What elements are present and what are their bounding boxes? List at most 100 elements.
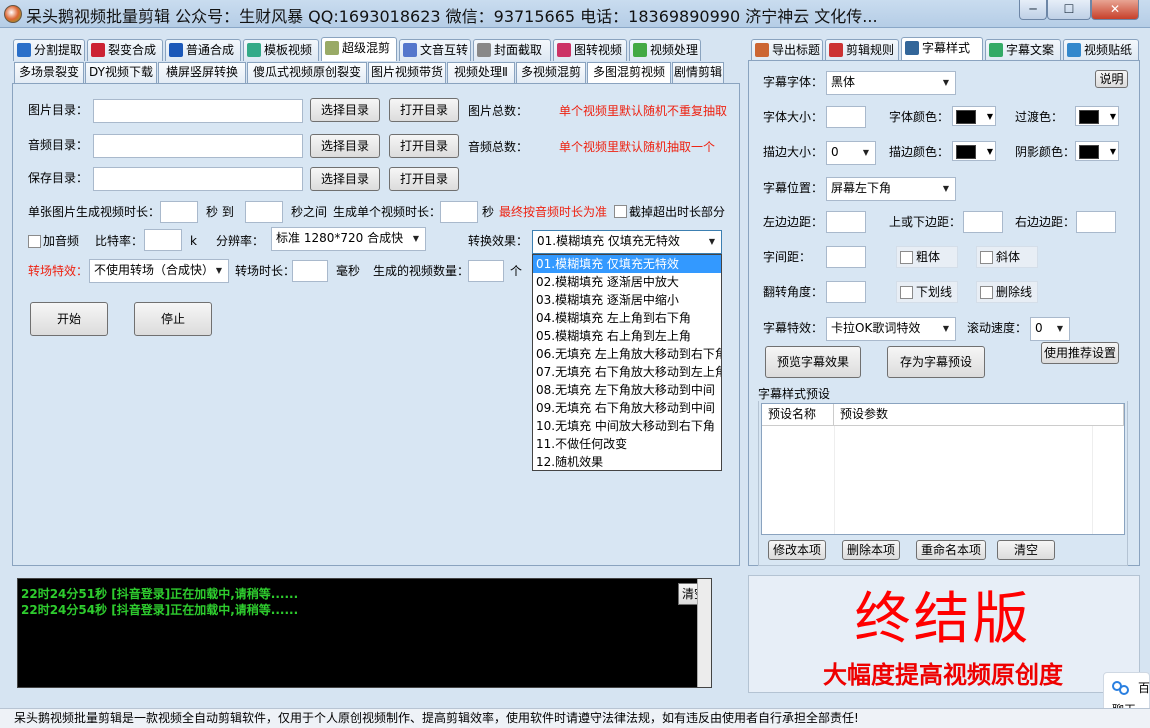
effect-option[interactable]: 04.模糊填充 左上角到右下角	[533, 309, 721, 327]
count-unit-label: 个	[510, 264, 523, 278]
right-tab-edit[interactable]: 字幕文案	[985, 39, 1061, 61]
shadow-color-picker[interactable]: ▼	[1075, 141, 1119, 161]
effect-option[interactable]: 11.不做任何改变	[533, 435, 721, 453]
subtab-8[interactable]: 剧情剪辑	[672, 62, 724, 83]
font-color-picker[interactable]: ▼	[952, 106, 996, 126]
tab-split[interactable]: 分割提取	[13, 39, 85, 61]
effect-option[interactable]: 05.模糊填充 右上角到左上角	[533, 327, 721, 345]
tab-image[interactable]: 封面截取	[473, 39, 551, 61]
effect-option[interactable]: 02.模糊填充 逐渐居中放大	[533, 273, 721, 291]
tab-film[interactable]: 图转视频	[553, 39, 627, 61]
save-choose-dir-button[interactable]: 选择目录	[310, 167, 380, 191]
stop-button[interactable]: 停止	[134, 302, 212, 336]
log-scrollbar[interactable]	[697, 579, 711, 687]
preset-params-header[interactable]: 预设参数	[834, 404, 1124, 426]
tb-margin-input[interactable]	[963, 211, 1003, 233]
modify-preset-button[interactable]: 修改本项	[768, 540, 826, 560]
max-seconds-input[interactable]	[245, 201, 283, 223]
effect-option[interactable]: 01.模糊填充 仅填充无特效	[533, 255, 721, 273]
effect-option[interactable]: 09.无填充 右下角放大移动到中间	[533, 399, 721, 417]
audio-dir-input[interactable]	[93, 134, 303, 158]
effect-option[interactable]: 03.模糊填充 逐渐居中缩小	[533, 291, 721, 309]
trim-checkbox[interactable]	[614, 205, 627, 218]
preset-table[interactable]: 预设名称 预设参数	[761, 403, 1125, 535]
audio-open-dir-button[interactable]: 打开目录	[389, 134, 459, 158]
help-button[interactable]: 说明	[1095, 70, 1128, 88]
tab-microphone[interactable]: 文音互转	[399, 39, 471, 61]
stroke-color-picker[interactable]: ▼	[952, 141, 996, 161]
subtab-0[interactable]: 多场景裂变	[14, 62, 84, 83]
mix-icon	[325, 41, 339, 55]
subtab-6[interactable]: 多视频混剪	[516, 62, 586, 83]
effect-option[interactable]: 08.无填充 左下角放大移动到中间	[533, 381, 721, 399]
strikethrough-option[interactable]: 删除线	[976, 281, 1038, 303]
minimize-button[interactable]: ─	[1019, 0, 1047, 20]
bitrate-input[interactable]	[144, 229, 182, 251]
flip-angle-input[interactable]	[826, 281, 866, 303]
left-margin-input[interactable]	[826, 211, 866, 233]
italic-option[interactable]: 斜体	[976, 246, 1038, 268]
position-select[interactable]: 屏幕左下角 ▼	[826, 177, 956, 201]
subtitle-effect-select[interactable]: 卡拉OK歌词特效 ▼	[826, 317, 956, 341]
effect-option[interactable]: 07.无填充 右下角放大移动到左上角	[533, 363, 721, 381]
chevron-down-icon: ▼	[708, 237, 716, 246]
single-video-length-input[interactable]	[440, 201, 478, 223]
subtitle-font-select[interactable]: 黑体 ▼	[826, 71, 956, 95]
transition-color-picker[interactable]: ▼	[1075, 106, 1119, 126]
transition-select[interactable]: 不使用转场（合成快） ▼	[89, 259, 229, 283]
tab-template[interactable]: 模板视频	[243, 39, 319, 61]
stroke-size-select[interactable]: 0 ▼	[826, 141, 876, 165]
close-button[interactable]: ✕	[1091, 0, 1139, 20]
save-dir-input[interactable]	[93, 167, 303, 191]
effect-select[interactable]: 01.模糊填充 仅填充无特效 ▼	[532, 230, 722, 254]
maximize-button[interactable]: ☐	[1047, 0, 1091, 20]
bold-checkbox[interactable]	[900, 251, 913, 264]
add-audio-checkbox[interactable]	[28, 235, 41, 248]
spacing-input[interactable]	[826, 246, 866, 268]
transition-duration-label: 转场时长：	[235, 264, 296, 278]
tab-video-process[interactable]: 视频处理	[629, 39, 701, 61]
underline-checkbox[interactable]	[900, 286, 913, 299]
subtab-2[interactable]: 横屏竖屏转换	[158, 62, 246, 83]
rename-preset-button[interactable]: 重命名本项	[916, 540, 986, 560]
preset-name-header[interactable]: 预设名称	[762, 404, 834, 426]
min-seconds-input[interactable]	[160, 201, 198, 223]
subtab-7[interactable]: 多图混剪视频	[587, 62, 671, 83]
clear-presets-button[interactable]: 清空	[997, 540, 1055, 560]
right-tab-subtitle[interactable]: 字幕样式	[901, 37, 983, 61]
right-tab-export[interactable]: 导出标题	[751, 39, 823, 61]
effect-option[interactable]: 06.无填充 左上角放大移动到右下角	[533, 345, 721, 363]
scroll-speed-select[interactable]: 0 ▼	[1030, 317, 1070, 341]
subtab-5[interactable]: 视频处理Ⅱ	[447, 62, 515, 83]
right-tab-star[interactable]: 视频贴纸	[1063, 39, 1139, 61]
bold-label: 粗体	[916, 250, 941, 264]
underline-option[interactable]: 下划线	[896, 281, 958, 303]
effect-option[interactable]: 12.随机效果	[533, 453, 721, 471]
font-size-input[interactable]	[826, 106, 866, 128]
save-preset-button[interactable]: 存为字幕预设	[887, 346, 985, 378]
subtab-1[interactable]: DY视频下载	[85, 62, 157, 83]
subtab-3[interactable]: 傻瓜式视频原创裂变	[247, 62, 367, 83]
tab-fission[interactable]: 裂变合成	[87, 39, 163, 61]
transition-duration-input[interactable]	[292, 260, 328, 282]
subtab-4[interactable]: 图片视频带货	[368, 62, 446, 83]
recommended-settings-button[interactable]: 使用推荐设置	[1041, 342, 1119, 364]
italic-checkbox[interactable]	[980, 251, 993, 264]
video-count-input[interactable]	[468, 260, 504, 282]
bold-option[interactable]: 粗体	[896, 246, 958, 268]
image-open-dir-button[interactable]: 打开目录	[389, 98, 459, 122]
right-margin-input[interactable]	[1076, 211, 1116, 233]
resolution-select[interactable]: 标准 1280*720 合成快 ▼	[271, 227, 426, 251]
right-tab-rules[interactable]: 剪辑规则	[825, 39, 899, 61]
image-choose-dir-button[interactable]: 选择目录	[310, 98, 380, 122]
tab-mix[interactable]: 超级混剪	[321, 37, 397, 61]
start-button[interactable]: 开始	[30, 302, 108, 336]
preview-subtitle-button[interactable]: 预览字幕效果	[765, 346, 861, 378]
effect-option[interactable]: 10.无填充 中间放大移动到右下角	[533, 417, 721, 435]
strikethrough-checkbox[interactable]	[980, 286, 993, 299]
delete-preset-button[interactable]: 删除本项	[842, 540, 900, 560]
tab-play[interactable]: 普通合成	[165, 39, 241, 61]
save-open-dir-button[interactable]: 打开目录	[389, 167, 459, 191]
audio-choose-dir-button[interactable]: 选择目录	[310, 134, 380, 158]
image-dir-input[interactable]	[93, 99, 303, 123]
